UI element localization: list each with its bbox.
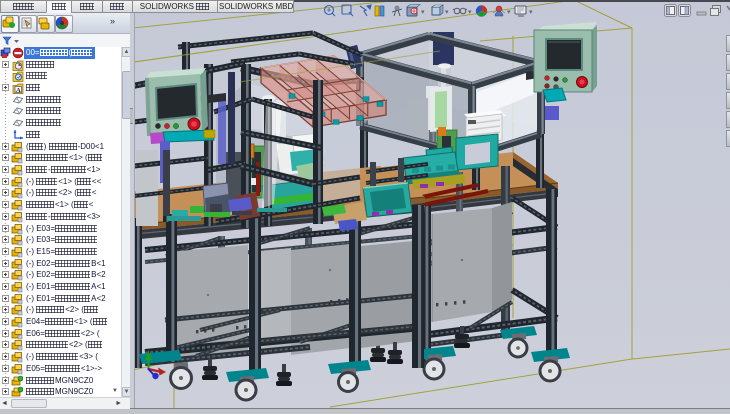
svg-text:A: A: [16, 87, 21, 94]
svg-text:▾: ▾: [507, 9, 511, 16]
svg-text:▾: ▾: [529, 9, 533, 16]
svg-text:▾: ▾: [468, 9, 472, 16]
svg-text:▾: ▾: [445, 9, 449, 16]
svg-text:▾: ▾: [421, 9, 425, 16]
